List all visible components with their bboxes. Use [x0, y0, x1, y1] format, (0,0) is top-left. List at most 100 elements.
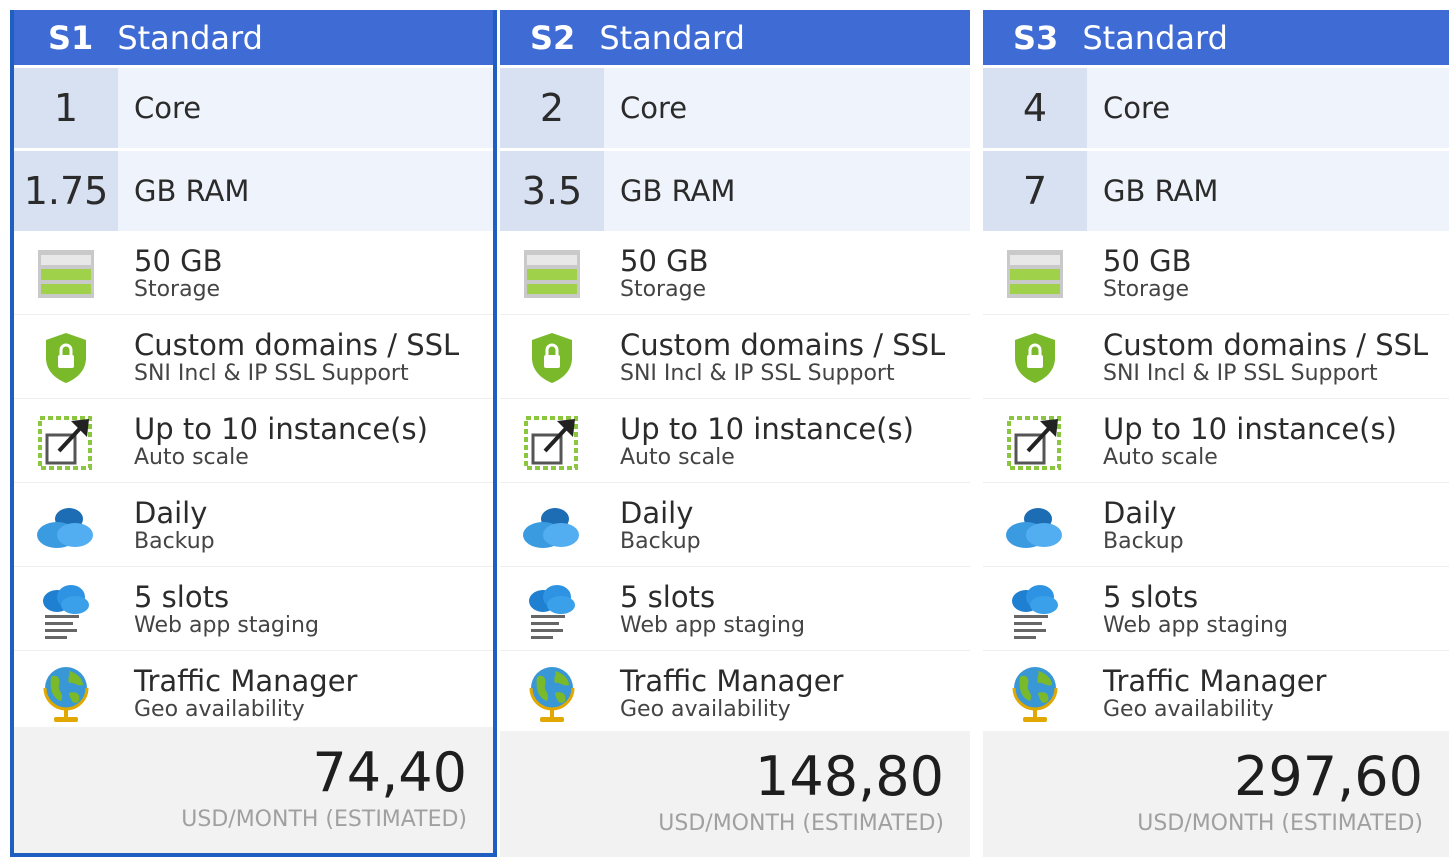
feature-title: 50 GB [1103, 244, 1192, 278]
feature-subtitle: Geo availability [1103, 697, 1274, 722]
globe-icon [14, 663, 118, 725]
feature-subtitle: Auto scale [134, 445, 249, 470]
cores-value: 2 [500, 68, 604, 148]
ssl-shield-icon [500, 331, 604, 385]
backup-cloud-icon [983, 501, 1087, 551]
feature-row: Up to 10 instance(s) Auto scale [983, 402, 1449, 483]
price-unit: USD/MONTH (ESTIMATED) [181, 807, 467, 832]
feature-text: 50 GB Storage [1087, 245, 1192, 303]
ram-row: 7 GB RAM [983, 151, 1449, 231]
plan-name: Standard [1082, 18, 1228, 57]
backup-cloud-icon [500, 501, 604, 551]
feature-text: Up to 10 instance(s) Auto scale [604, 413, 914, 471]
feature-row: Up to 10 instance(s) Auto scale [14, 402, 493, 483]
feature-text: Traffic Manager Geo availability [1087, 665, 1326, 723]
staging-slots-icon [500, 581, 604, 639]
ssl-shield-icon [14, 331, 118, 385]
price-block: 74,40 USD/MONTH (ESTIMATED) [14, 727, 493, 853]
feature-row: Daily Backup [500, 486, 970, 567]
feature-subtitle: Backup [134, 529, 215, 554]
feature-title: Custom domains / SSL [134, 328, 460, 362]
plan-name: Standard [117, 18, 263, 57]
feature-title: Traffic Manager [620, 664, 844, 698]
feature-title: Traffic Manager [134, 664, 358, 698]
feature-title: Up to 10 instance(s) [1103, 412, 1397, 446]
feature-subtitle: Auto scale [620, 445, 735, 470]
feature-text: Daily Backup [118, 497, 215, 555]
plan-tile-s3[interactable]: S3 Standard 4 Core 7 GB RAM 50 GB Storage… [983, 10, 1449, 857]
cores-row: 2 Core [500, 68, 970, 148]
feature-title: Daily [620, 496, 694, 530]
feature-row: 50 GB Storage [500, 234, 970, 315]
globe-icon [983, 663, 1087, 725]
price-unit: USD/MONTH (ESTIMATED) [658, 811, 944, 836]
plan-tier: S1 [48, 18, 94, 57]
feature-subtitle: Storage [134, 277, 221, 302]
feature-row: Custom domains / SSL SNI Incl & IP SSL Su… [14, 318, 493, 399]
feature-title: 5 slots [1103, 580, 1199, 614]
autoscale-icon [500, 413, 604, 471]
feature-row: Traffic Manager Geo availability [14, 654, 493, 735]
ssl-shield-icon [983, 331, 1087, 385]
price-amount: 74,40 [312, 741, 467, 804]
price-block: 148,80 USD/MONTH (ESTIMATED) [500, 731, 970, 857]
price-block: 297,60 USD/MONTH (ESTIMATED) [983, 731, 1449, 857]
plan-tile-s2[interactable]: S2 Standard 2 Core 3.5 GB RAM 50 GB Stora… [500, 10, 970, 857]
feature-text: 5 slots Web app staging [118, 581, 319, 639]
feature-text: 5 slots Web app staging [1087, 581, 1288, 639]
feature-text: Up to 10 instance(s) Auto scale [118, 413, 428, 471]
feature-title: 50 GB [134, 244, 223, 278]
feature-text: 50 GB Storage [604, 245, 709, 303]
cores-label: Core [134, 91, 202, 125]
cores-value: 1 [14, 68, 118, 148]
ram-value: 1.75 [14, 151, 118, 231]
feature-title: Daily [1103, 496, 1177, 530]
feature-title: 5 slots [620, 580, 716, 614]
feature-subtitle: SNI Incl & IP SSL Support [134, 361, 409, 386]
feature-title: 50 GB [620, 244, 709, 278]
plan-name: Standard [599, 18, 745, 57]
plan-tier: S2 [530, 18, 576, 57]
storage-icon [500, 249, 604, 299]
plan-header: S3 Standard [983, 10, 1449, 65]
feature-row: Daily Backup [983, 486, 1449, 567]
feature-row: 5 slots Web app staging [983, 570, 1449, 651]
feature-row: 5 slots Web app staging [500, 570, 970, 651]
plan-tier: S3 [1013, 18, 1059, 57]
feature-subtitle: Auto scale [1103, 445, 1218, 470]
feature-row: 50 GB Storage [14, 234, 493, 315]
feature-subtitle: Backup [620, 529, 701, 554]
plan-header: S2 Standard [500, 10, 970, 65]
feature-row: Daily Backup [14, 486, 493, 567]
feature-row: 5 slots Web app staging [14, 570, 493, 651]
feature-subtitle: Geo availability [620, 697, 791, 722]
feature-text: Traffic Manager Geo availability [604, 665, 843, 723]
feature-list: 50 GB Storage Custom domains / SSL SNI Inc… [983, 234, 1449, 735]
ram-value: 7 [983, 151, 1087, 231]
feature-list: 50 GB Storage Custom domains / SSL SNI Inc… [500, 234, 970, 735]
feature-list: 50 GB Storage Custom domains / SSL SNI Inc… [14, 234, 493, 735]
cores-row: 1 Core [14, 68, 493, 148]
plan-tile-inner: S3 Standard 4 Core 7 GB RAM 50 GB Storage… [983, 10, 1449, 857]
ram-value: 3.5 [500, 151, 604, 231]
feature-subtitle: Backup [1103, 529, 1184, 554]
staging-slots-icon [983, 581, 1087, 639]
plan-header: S1 Standard [14, 10, 493, 65]
plan-tile-s1[interactable]: S1 Standard 1 Core 1.75 GB RAM 50 GB Stor… [10, 10, 497, 857]
autoscale-icon [983, 413, 1087, 471]
feature-text: Daily Backup [604, 497, 701, 555]
price-unit: USD/MONTH (ESTIMATED) [1137, 811, 1423, 836]
feature-row: Custom domains / SSL SNI Incl & IP SSL Su… [500, 318, 970, 399]
feature-subtitle: Storage [620, 277, 707, 302]
feature-title: Daily [134, 496, 208, 530]
globe-icon [500, 663, 604, 725]
feature-title: Up to 10 instance(s) [620, 412, 914, 446]
feature-title: Custom domains / SSL [620, 328, 946, 362]
cores-label: Core [620, 91, 688, 125]
feature-row: 50 GB Storage [983, 234, 1449, 315]
feature-row: Custom domains / SSL SNI Incl & IP SSL Su… [983, 318, 1449, 399]
feature-subtitle: SNI Incl & IP SSL Support [1103, 361, 1378, 386]
ram-row: 3.5 GB RAM [500, 151, 970, 231]
feature-text: 50 GB Storage [118, 245, 223, 303]
staging-slots-icon [14, 581, 118, 639]
